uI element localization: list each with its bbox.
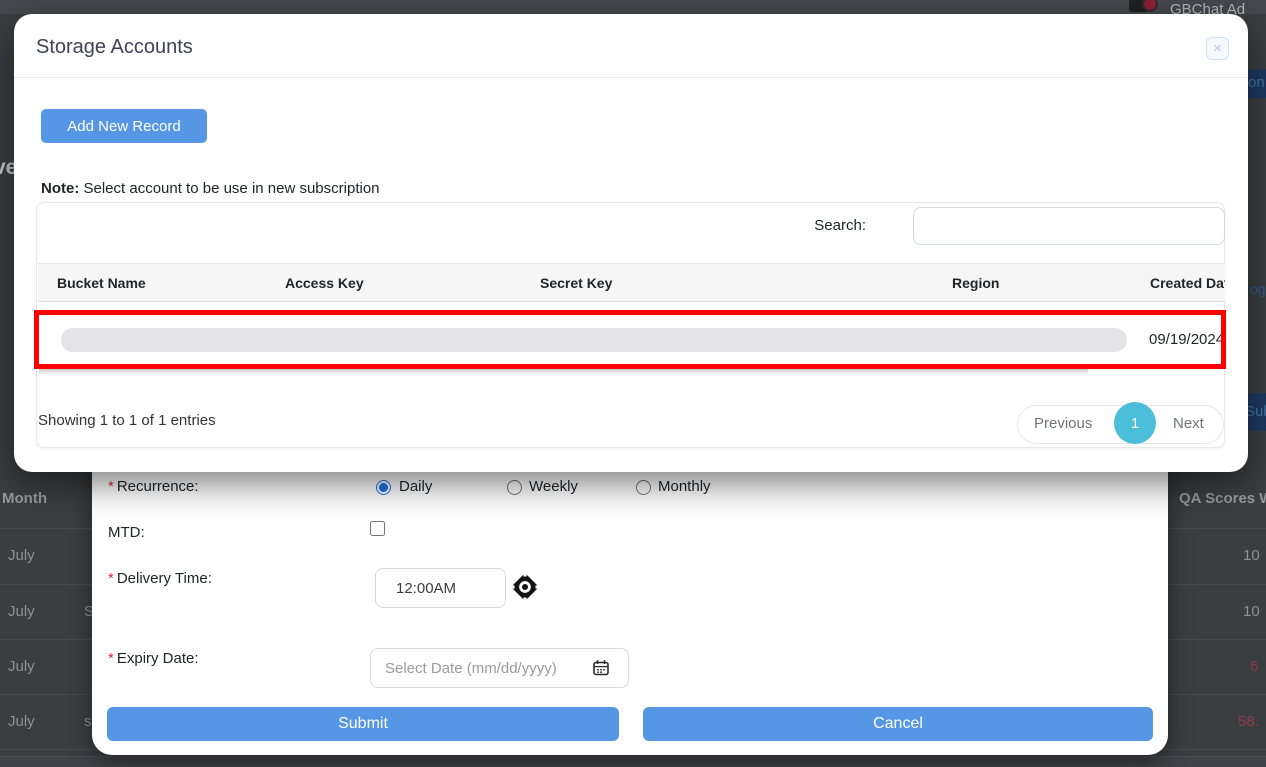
- bg-col-qa-scores-header: QA Scores W: [1179, 490, 1266, 507]
- required-asterisk: *: [108, 650, 114, 667]
- required-asterisk: *: [108, 570, 114, 587]
- selected-account-row[interactable]: 09/19/2024: [34, 310, 1226, 369]
- col-created-date[interactable]: Created Date: [1150, 275, 1225, 291]
- table-header-row: Bucket Name Access Key Secret Key Region…: [38, 263, 1225, 302]
- col-access-key[interactable]: Access Key: [285, 275, 364, 291]
- close-icon[interactable]: ✕: [1206, 37, 1229, 60]
- col-bucket-name[interactable]: Bucket Name: [57, 275, 146, 291]
- bg-col-month-header: Month: [2, 490, 47, 507]
- cancel-button[interactable]: Cancel: [643, 707, 1153, 741]
- recurrence-option-weekly-label[interactable]: Weekly: [529, 478, 578, 495]
- recurrence-option-monthly-label[interactable]: Monthly: [658, 478, 711, 495]
- row-shadow: [39, 369, 1088, 375]
- expiry-date-label: *Expiry Date:: [108, 650, 199, 667]
- time-picker-crosshair-icon[interactable]: [511, 573, 539, 601]
- entries-summary: Showing 1 to 1 of 1 entries: [38, 412, 216, 429]
- pagination-previous[interactable]: Previous: [1034, 415, 1092, 432]
- bg-table-cell-fragment: s: [84, 713, 92, 730]
- screen: GBChat Ad ve Month July July July July S…: [0, 0, 1266, 767]
- mtd-label: MTD:: [108, 524, 145, 541]
- bg-link-fragment[interactable]: ogr: [1250, 281, 1266, 297]
- recurrence-label: *Recurrence:: [108, 478, 199, 495]
- bg-table-cell: July: [8, 658, 35, 675]
- search-input[interactable]: [913, 207, 1225, 245]
- note-text: Note: Select account to be use in new su…: [41, 180, 380, 197]
- calendar-icon[interactable]: [592, 659, 610, 677]
- divider: [14, 77, 1248, 78]
- delivery-time-label: *Delivery Time:: [108, 570, 212, 587]
- note-bold: Note:: [41, 180, 79, 197]
- accounts-table-card: Search: Bucket Name Access Key Secret Ke…: [36, 202, 1225, 448]
- search-label: Search:: [808, 217, 866, 234]
- col-region[interactable]: Region: [952, 275, 999, 291]
- pagination-next[interactable]: Next: [1173, 415, 1204, 432]
- recurrence-radio-daily[interactable]: [376, 480, 391, 495]
- background-bottom-band: [0, 756, 1266, 767]
- bg-table-cell: July: [8, 603, 35, 620]
- subscription-form-modal: *Recurrence: Daily Weekly Monthly MTD: *…: [92, 430, 1168, 755]
- submit-button[interactable]: Submit: [107, 707, 619, 741]
- bg-table-cell: July: [8, 547, 35, 564]
- created-date-cell: 09/19/2024: [1149, 331, 1224, 348]
- recurrence-radio-weekly[interactable]: [507, 480, 522, 495]
- recurrence-option-daily-label[interactable]: Daily: [399, 478, 432, 495]
- required-asterisk: *: [108, 478, 114, 495]
- bg-table-cell: July: [8, 713, 35, 730]
- recurrence-radio-monthly[interactable]: [636, 480, 651, 495]
- expiry-date-input[interactable]: [370, 648, 629, 688]
- add-new-record-button[interactable]: Add New Record: [41, 109, 207, 143]
- modal-title: Storage Accounts: [36, 36, 193, 59]
- bg-button-fragment-top[interactable]: on: [1246, 69, 1266, 98]
- bg-table-cell: 10: [1243, 603, 1260, 620]
- bg-table-cell: 58.: [1238, 713, 1259, 730]
- pagination-page-1[interactable]: 1: [1114, 402, 1156, 444]
- bg-table-cell: 10: [1243, 547, 1260, 564]
- col-secret-key[interactable]: Secret Key: [540, 275, 612, 291]
- bg-table-cell: 6: [1250, 658, 1258, 675]
- background-topbar: [0, 0, 1266, 14]
- storage-accounts-modal: Storage Accounts ✕ Add New Record Note: …: [14, 14, 1248, 472]
- redacted-account-data: [61, 328, 1127, 352]
- delivery-time-input[interactable]: [375, 568, 506, 608]
- mtd-checkbox[interactable]: [370, 521, 385, 536]
